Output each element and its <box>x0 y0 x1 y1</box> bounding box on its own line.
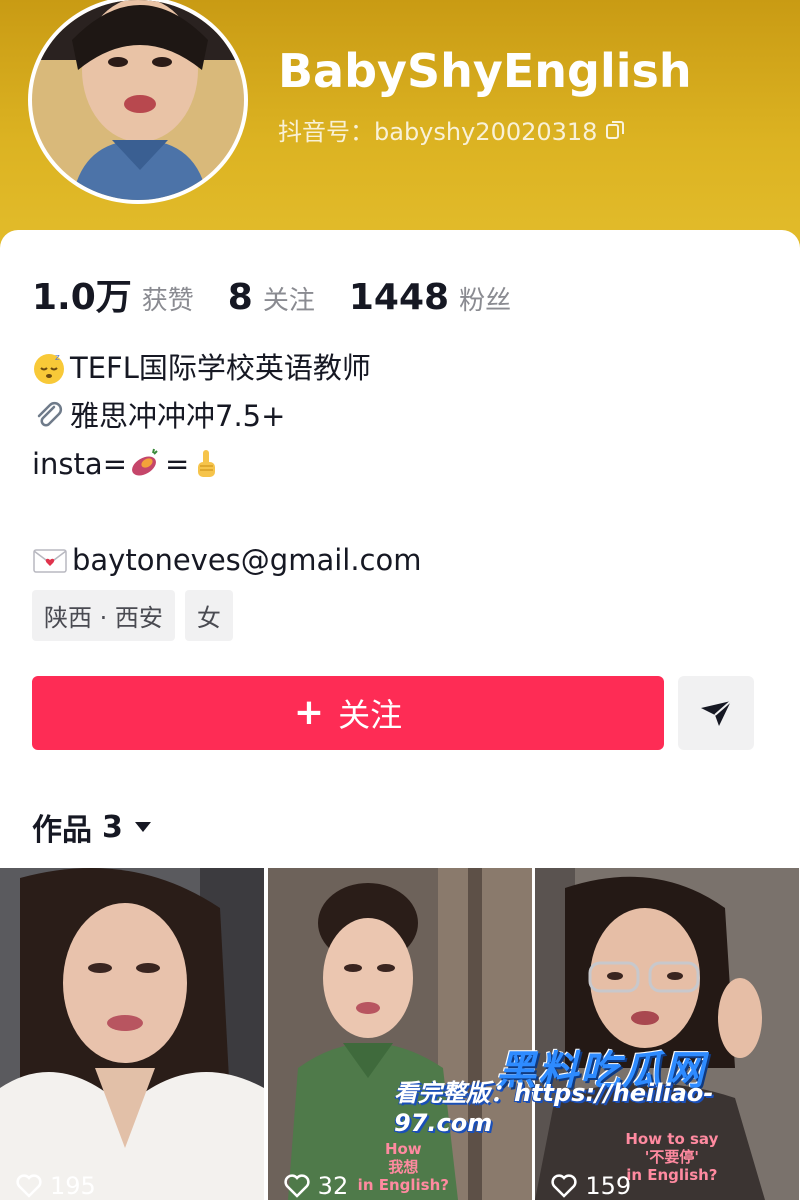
follow-button[interactable]: + 关注 <box>32 676 664 750</box>
plus-icon: + <box>293 692 325 733</box>
like-count-value: 32 <box>317 1172 349 1200</box>
heart-icon <box>551 1174 577 1198</box>
stat-label: 获赞 <box>141 286 194 316</box>
bio-email[interactable]: baytoneves@gmail.com <box>72 536 422 584</box>
video-thumbnail <box>0 868 264 1200</box>
video-tile[interactable]: How to say '不要停' in English? 159 <box>535 868 800 1200</box>
douyin-id: 抖音号：babyshy20020318 <box>278 112 625 147</box>
stat-value: 1.0万 <box>32 277 132 318</box>
bio-spacer <box>32 488 422 536</box>
follow-label: 关注 <box>338 696 403 734</box>
stat-followers[interactable]: 1448 粉丝 <box>349 277 511 318</box>
video-caption: How 我想 in English? <box>358 1140 449 1194</box>
like-count: 195 <box>16 1172 96 1200</box>
username: BabyShyEnglish <box>278 44 692 98</box>
heart-icon <box>284 1174 310 1198</box>
like-count: 32 <box>284 1172 349 1200</box>
watermark-url: 看完整版：https://heiliao-97.com <box>394 1079 714 1137</box>
profile-header: BabyShyEnglish 抖音号：babyshy20020318 <box>0 0 800 260</box>
love-letter-icon <box>33 549 67 573</box>
bio: z TEFL国际学校英语教师 雅思冲冲冲7.5+ insta= = bayton… <box>32 344 422 584</box>
bio-line-2: 雅思冲冲冲7.5+ <box>32 392 422 440</box>
works-tab[interactable]: 作品 3 <box>32 805 153 849</box>
svg-text:z: z <box>55 353 60 363</box>
location-tag: 陕西 · 西安 <box>32 590 175 641</box>
like-count-value: 159 <box>585 1172 632 1200</box>
caption-line: '不要停' <box>644 1148 699 1166</box>
works-label: 作品 <box>32 813 92 848</box>
works-count: 3 <box>102 809 123 845</box>
sleeping-face-icon: z <box>34 353 64 384</box>
bio-text-3-prefix: insta= <box>32 447 127 481</box>
caption-line: 我想 <box>388 1158 419 1176</box>
bio-line-email: baytoneves@gmail.com <box>32 536 422 584</box>
tags-row: 陕西 · 西安 女 <box>32 590 233 641</box>
stat-label: 关注 <box>262 286 315 316</box>
caption-line: How <box>384 1140 422 1158</box>
bio-text-2: 雅思冲冲冲7.5+ <box>70 399 286 433</box>
stat-value: 1448 <box>348 277 450 318</box>
stat-following[interactable]: 8 关注 <box>228 277 315 318</box>
bio-text-3-mid: = <box>165 447 190 481</box>
bio-line-1: z TEFL国际学校英语教师 <box>32 344 422 392</box>
douyin-id-text: 抖音号：babyshy20020318 <box>278 118 598 146</box>
avatar[interactable] <box>32 0 244 200</box>
paperclip-icon <box>37 401 63 427</box>
caption-line: in English? <box>357 1176 449 1194</box>
send-icon <box>701 700 732 726</box>
heart-icon <box>16 1174 42 1198</box>
stat-label: 粉丝 <box>459 286 512 316</box>
gender-tag: 女 <box>184 590 233 641</box>
video-caption: How to say '不要停' in English? <box>625 1130 718 1184</box>
like-count-value: 195 <box>50 1172 96 1200</box>
bio-text-1: TEFL国际学校英语教师 <box>70 351 371 385</box>
caption-line: in English? <box>626 1166 718 1184</box>
sweet-potato-icon <box>132 448 158 476</box>
bio-line-3: insta= = <box>32 440 422 488</box>
video-tile[interactable]: How 我想 in English? 32 <box>267 868 533 1200</box>
stat-value: 8 <box>227 277 253 318</box>
copy-icon[interactable] <box>605 120 625 140</box>
video-grid: 195 How 我想 in English? 32 How to say '不要… <box>0 868 800 1200</box>
caret-down-icon <box>134 822 151 832</box>
share-button[interactable] <box>678 676 754 750</box>
stat-likes[interactable]: 1.0万 获赞 <box>32 268 194 320</box>
stats-row: 1.0万 获赞 8 关注 1448 粉丝 <box>32 268 545 320</box>
pointing-up-icon <box>198 450 216 477</box>
video-tile[interactable]: 195 <box>0 868 265 1200</box>
like-count: 159 <box>551 1172 631 1200</box>
